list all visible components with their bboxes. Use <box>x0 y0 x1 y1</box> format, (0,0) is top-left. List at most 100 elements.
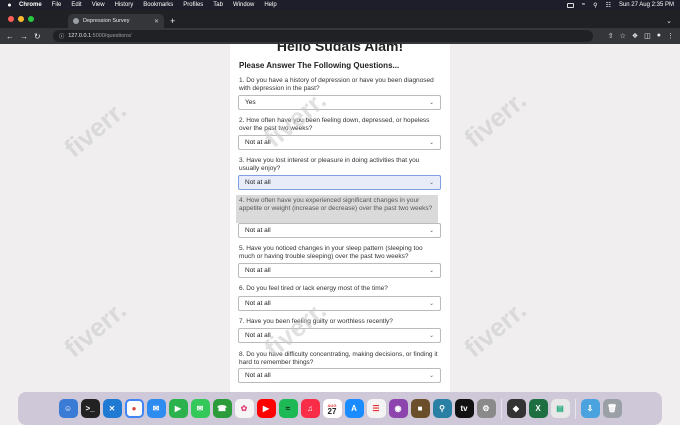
app-store-icon[interactable]: A <box>344 399 364 418</box>
menu-file[interactable]: File <box>52 2 62 8</box>
question-7: 7. Have you been feeling guilty or worth… <box>239 318 393 325</box>
profile-icon[interactable]: ● <box>657 32 661 40</box>
trash-icon[interactable]: 🗑 <box>602 399 622 418</box>
calendar-day: 27 <box>327 406 337 416</box>
answer-value-3: Not at all <box>245 179 271 186</box>
vscode-icon[interactable]: ⨯ <box>102 399 122 418</box>
chevron-down-icon: ⌄ <box>428 100 434 106</box>
facetime-icon[interactable]: ▶ <box>168 399 188 418</box>
photos-icon[interactable]: ✿ <box>234 399 254 418</box>
appletv-icon[interactable]: tv <box>454 399 474 418</box>
chrome-icon[interactable]: ● <box>124 399 144 418</box>
answer-select-3[interactable]: Not at all ⌄ <box>238 175 441 190</box>
answer-select-5[interactable]: Not at all ⌄ <box>238 263 441 278</box>
preview-icon[interactable]: ⚲ <box>432 399 452 418</box>
music-icon[interactable]: ♫ <box>300 399 320 418</box>
menu-app[interactable]: Chrome <box>19 2 42 8</box>
answer-value-4: Not at all <box>245 227 271 234</box>
app-icon[interactable]: ◆ <box>506 399 526 418</box>
answer-select-1[interactable]: Yes ⌄ <box>238 95 441 110</box>
dropdown-overlay[interactable] <box>236 195 438 223</box>
site-info-icon[interactable]: ⓘ <box>59 32 65 40</box>
chevron-down-icon: ⌄ <box>428 180 434 186</box>
apple-icon[interactable]: ● <box>6 2 13 9</box>
page-viewport: Hello Sudais Alam! Please Answer The Fol… <box>0 44 680 392</box>
chevron-down-icon: ⌄ <box>428 228 434 234</box>
menu-view[interactable]: View <box>92 2 105 8</box>
minimize-window-icon[interactable] <box>18 16 24 22</box>
menu-help[interactable]: Help <box>264 2 276 8</box>
zoom-window-icon[interactable] <box>28 16 34 22</box>
menubar: ● Chrome File Edit View History Bookmark… <box>0 0 680 10</box>
messages-icon[interactable]: ✉ <box>190 399 210 418</box>
menu-history[interactable]: History <box>115 2 134 8</box>
answer-select-2[interactable]: Not at all ⌄ <box>238 135 441 150</box>
forward-icon[interactable]: → <box>20 32 28 41</box>
question-2: 2. How often have you been feeling down,… <box>239 117 430 132</box>
reload-icon[interactable]: ↻ <box>34 32 41 41</box>
search-icon[interactable]: ⚲ <box>593 2 597 9</box>
menu-tab[interactable]: Tab <box>213 2 223 8</box>
terminal-icon[interactable]: >_ <box>80 399 100 418</box>
chevron-down-icon: ⌄ <box>428 373 434 379</box>
dock-separator <box>500 398 502 419</box>
watermark: fiverr. <box>58 94 132 164</box>
close-tab-icon[interactable]: ✕ <box>154 18 159 25</box>
whatsapp-icon[interactable]: ☎ <box>212 399 232 418</box>
calendar-icon[interactable]: AUG 27 <box>322 399 342 418</box>
clock[interactable]: Sun 27 Aug 2:35 PM <box>619 2 674 8</box>
downloads-folder-icon[interactable]: ⇩ <box>580 399 600 418</box>
answer-value-5: Not at all <box>245 267 271 274</box>
tab-search-icon[interactable]: ⌄ <box>666 17 672 25</box>
question-5: 5. Have you noticed changes in your slee… <box>239 245 423 260</box>
chevron-down-icon: ⌄ <box>428 333 434 339</box>
watermark: fiverr. <box>58 294 132 364</box>
answer-value-7: Not at all <box>245 332 271 339</box>
spotify-icon[interactable]: ≈ <box>278 399 298 418</box>
system-settings-icon[interactable]: ⚙ <box>476 399 496 418</box>
answer-select-8[interactable]: Not at all ⌄ <box>238 368 441 383</box>
answer-value-8: Not at all <box>245 372 271 379</box>
answer-select-4[interactable]: Not at all ⌄ <box>238 223 441 238</box>
chevron-down-icon: ⌄ <box>428 268 434 274</box>
watermark: fiverr. <box>458 294 532 364</box>
window-controls <box>8 16 34 22</box>
chevron-down-icon: ⌄ <box>428 140 434 146</box>
tab-depression-survey[interactable]: Depression Survey ✕ <box>68 14 164 28</box>
finder-icon[interactable]: ☺ <box>58 399 78 418</box>
browser-toolbar: ← → ↻ ⓘ 127.0.0.1:5000/questions/ ⇧ ☆ ❖ … <box>0 28 680 44</box>
new-tab-button[interactable]: + <box>170 16 175 26</box>
battery-icon[interactable] <box>566 2 574 8</box>
tab-title: Depression Survey <box>83 18 130 24</box>
notes-icon[interactable]: ■ <box>410 399 430 418</box>
answer-select-6[interactable]: Not at all ⌄ <box>238 296 441 311</box>
url-path: :5000/questions/ <box>91 33 132 39</box>
question-8: 8. Do you have difficulty concentrating,… <box>239 351 438 366</box>
numbers-icon[interactable]: ▤ <box>550 399 570 418</box>
control-center-icon[interactable]: ☷ <box>606 2 611 9</box>
back-icon[interactable]: ← <box>6 32 14 41</box>
menu-edit[interactable]: Edit <box>71 2 81 8</box>
close-window-icon[interactable] <box>8 16 14 22</box>
share-icon[interactable]: ⇧ <box>608 32 614 40</box>
answer-select-7[interactable]: Not at all ⌄ <box>238 328 441 343</box>
mail-icon[interactable]: ✉ <box>146 399 166 418</box>
menu-window[interactable]: Window <box>233 2 254 8</box>
podcasts-icon[interactable]: ◉ <box>388 399 408 418</box>
menu-profiles[interactable]: Profiles <box>183 2 203 8</box>
menu-bookmarks[interactable]: Bookmarks <box>143 2 173 8</box>
excel-icon[interactable]: X <box>528 399 548 418</box>
bookmark-star-icon[interactable]: ☆ <box>620 32 626 40</box>
chevron-down-icon: ⌄ <box>428 301 434 307</box>
wifi-icon[interactable]: ≈ <box>582 2 585 8</box>
page-title: Hello Sudais Alam! <box>276 44 404 54</box>
more-menu-icon[interactable]: ⋮ <box>667 32 674 40</box>
extensions-icon[interactable]: ❖ <box>632 32 638 40</box>
answer-value-6: Not at all <box>245 300 271 307</box>
address-bar[interactable]: ⓘ 127.0.0.1:5000/questions/ <box>52 30 593 42</box>
reminders-icon[interactable]: ☰ <box>366 399 386 418</box>
dock: ☺ >_ ⨯ ● ✉ ▶ ✉ ☎ ✿ ▶ ≈ ♫ AUG 27 A ☰ ◉ ■ ⚲… <box>18 392 662 425</box>
youtube-icon[interactable]: ▶ <box>256 399 276 418</box>
sidepanel-icon[interactable]: ◫ <box>644 32 651 40</box>
answer-value-2: Not at all <box>245 139 271 146</box>
